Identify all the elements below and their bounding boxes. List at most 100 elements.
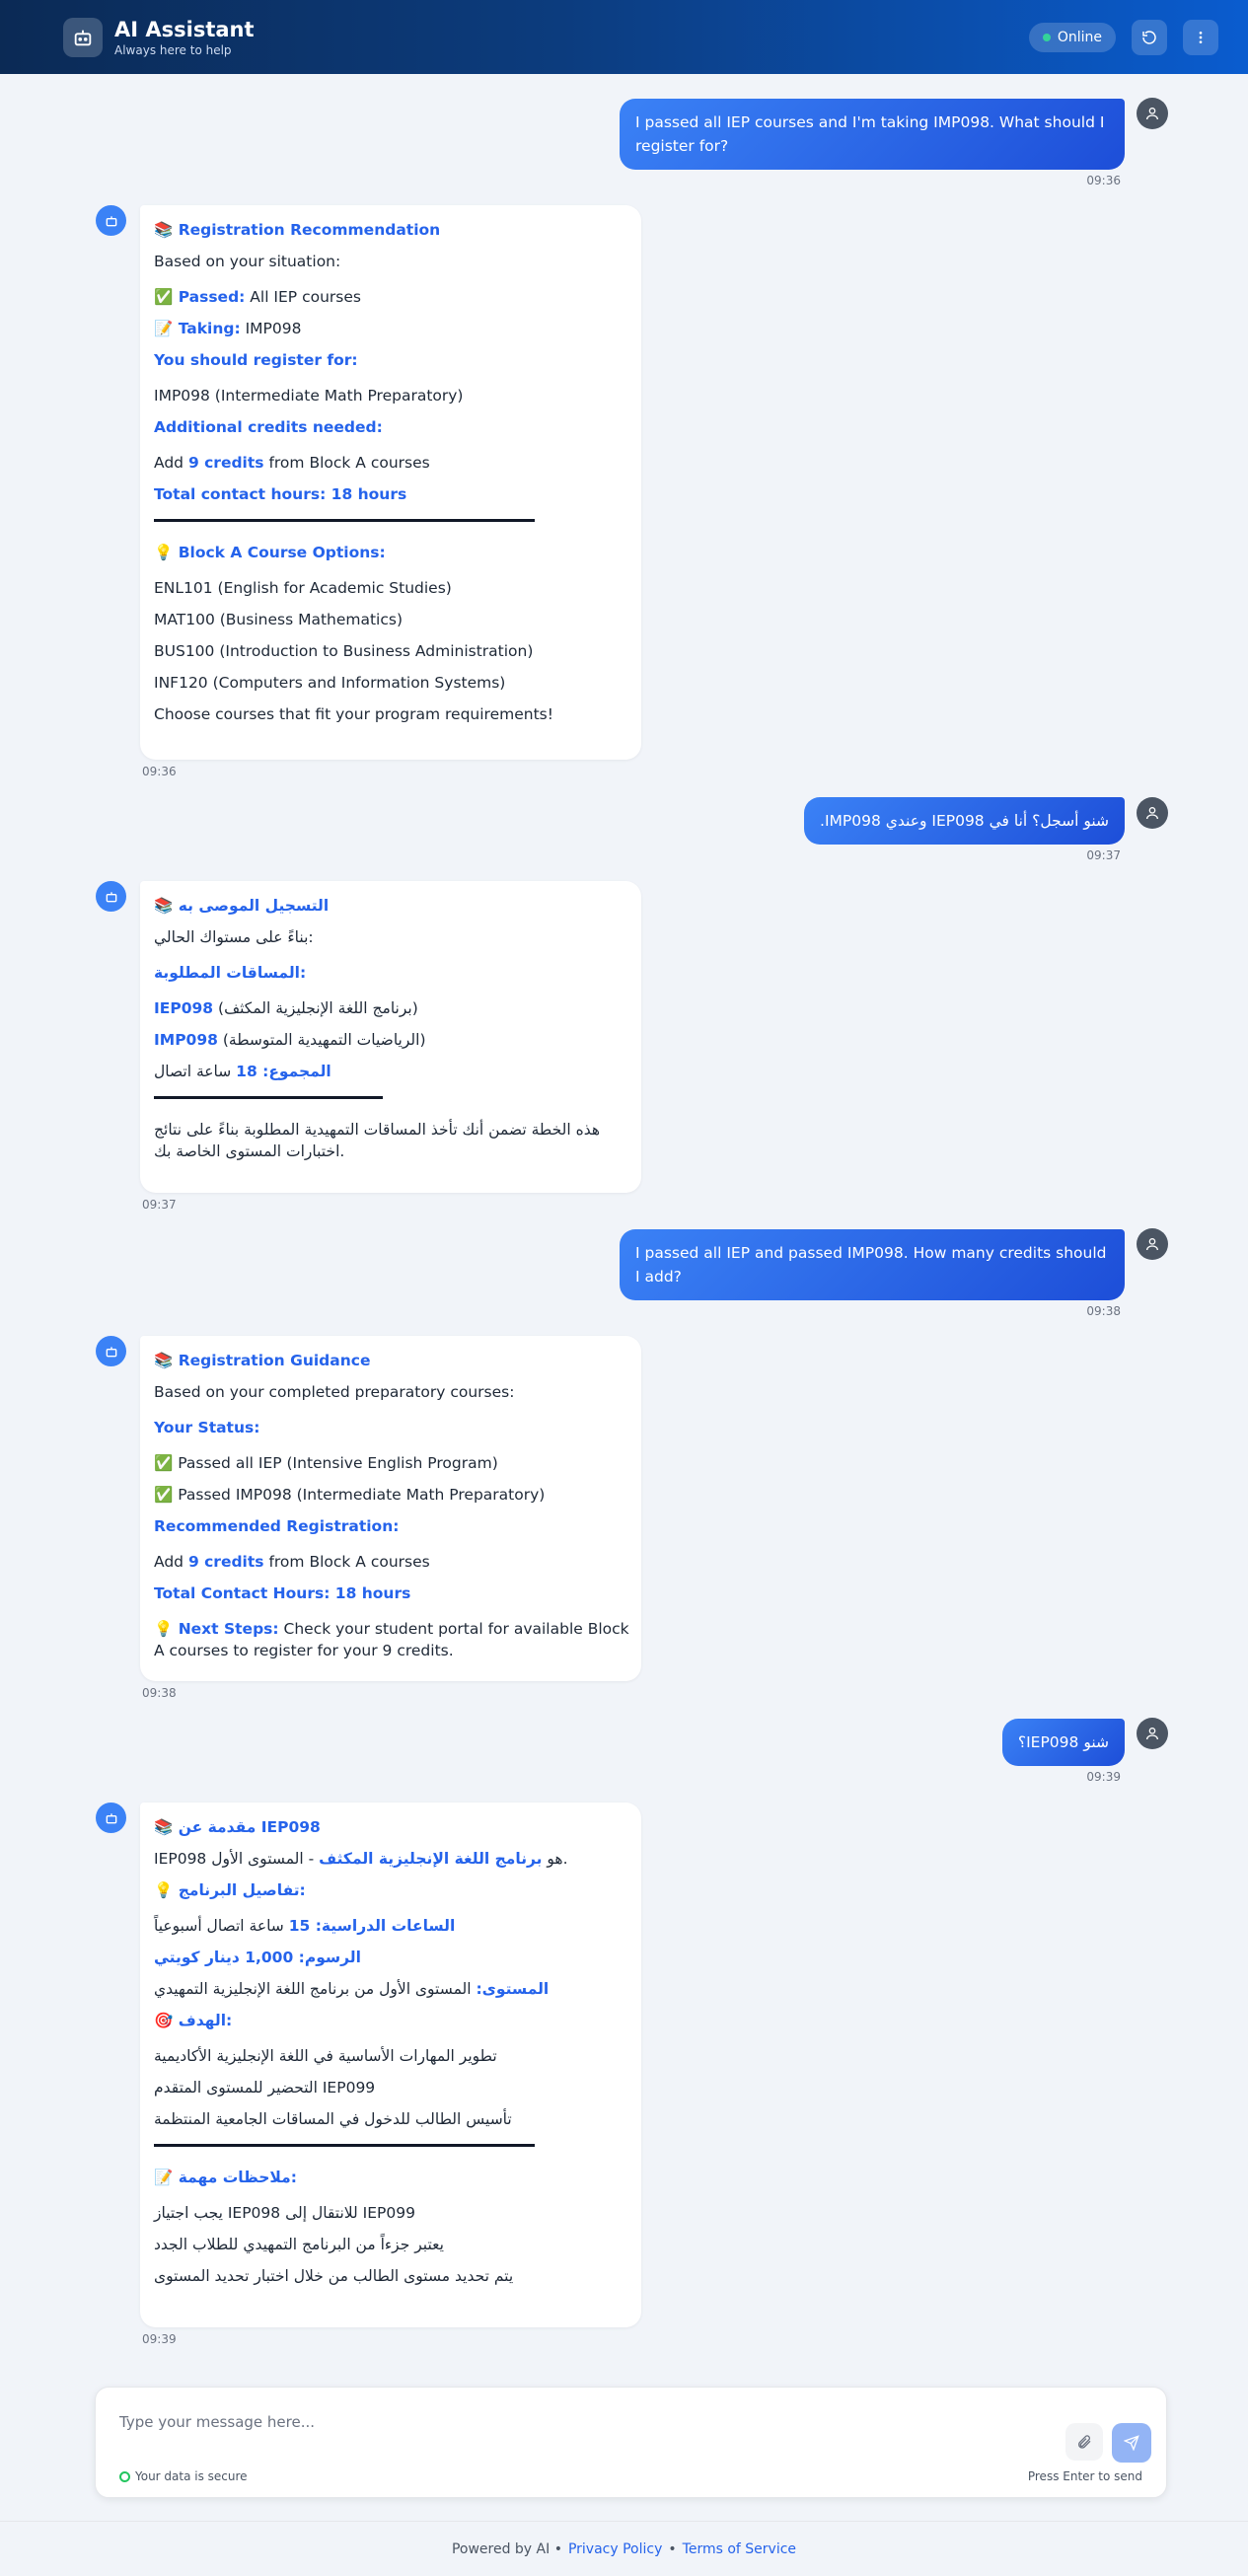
list-item: ENL101 (English for Academic Studies) (154, 579, 452, 597)
message-text: شنو أسجل؟ أنا في IEP098 وعندي IMP098. (820, 812, 1109, 830)
section-heading: You should register for: (154, 351, 358, 369)
more-options-button[interactable] (1183, 19, 1218, 55)
refresh-button[interactable] (1132, 19, 1167, 55)
program-name: برنامج اللغة الإنجليزية المكثف (319, 1850, 543, 1868)
message-input[interactable]: Type your message here... (119, 2413, 315, 2431)
divider (154, 519, 535, 522)
page-footer: Powered by AI • Privacy Policy • Terms o… (0, 2521, 1248, 2576)
message-timestamp: 09:37 (1086, 848, 1121, 862)
section-heading: 📝 ملاحظات مهمة: (154, 2169, 297, 2186)
section-heading: Your Status: (154, 1419, 260, 1436)
fees-label: الرسوم: 1,000 دينار كويتي (154, 1949, 361, 1966)
message-timestamp: 09:36 (1086, 174, 1121, 187)
message-text: from Block A courses (263, 1553, 430, 1571)
section-heading: Additional credits needed: (154, 418, 383, 436)
message-timestamp: 09:39 (142, 2332, 177, 2346)
user-message: I passed all IEP courses and I'm taking … (620, 99, 1125, 170)
list-item: يتم تحديد مستوى الطالب من خلال اختبار تح… (154, 2267, 514, 2285)
message-text: ساعة اتصال أسبوعياً (154, 1917, 289, 1935)
user-message: I passed all IEP and passed IMP098. How … (620, 1229, 1125, 1300)
list-item: MAT100 (Business Mathematics) (154, 611, 404, 628)
level-label: المستوى: (476, 1980, 550, 1998)
section-heading: 💡 تفاصيل البرنامج: (154, 1881, 306, 1899)
online-dot-icon (1042, 33, 1051, 41)
message-text: from Block A courses (263, 454, 430, 472)
passed-label: ✅ Passed: (154, 288, 246, 306)
message-title: 📚 Registration Recommendation (154, 221, 441, 239)
taking-label: 📝 Taking: (154, 320, 241, 337)
more-vertical-icon (1199, 31, 1203, 43)
robot-icon (106, 891, 116, 902)
message-timestamp: 09:39 (1086, 1770, 1121, 1784)
send-icon (1124, 2435, 1139, 2451)
list-item: ✅ Passed all IEP (Intensive English Prog… (154, 1454, 498, 1472)
passed-value: All IEP courses (245, 288, 361, 306)
list-item: يجب اجتياز IEP098 للانتقال إلى IEP099 (154, 2204, 415, 2222)
robot-icon (106, 1812, 116, 1823)
user-icon (1146, 1728, 1158, 1740)
next-steps-label: 💡 Next Steps: (154, 1620, 279, 1638)
user-icon (1146, 1238, 1158, 1251)
divider (154, 2144, 535, 2147)
message-text: Add (154, 454, 188, 472)
bot-avatar (96, 1336, 126, 1366)
message-composer: Type your message here... Your data is s… (95, 2387, 1167, 2498)
message-text: بناءً على مستواك الحالي: (154, 928, 314, 946)
attach-button[interactable] (1065, 2423, 1103, 2461)
footer-separator: • (668, 2540, 677, 2557)
robot-icon (106, 215, 116, 226)
user-avatar (1137, 1718, 1168, 1749)
bot-message: 📚 التسجيل الموصى به بناءً على مستواك الح… (140, 881, 641, 1193)
user-avatar (1137, 98, 1168, 129)
user-icon (1146, 108, 1158, 120)
app-title: AI Assistant (114, 17, 255, 41)
message-text: Based on your situation: (154, 253, 341, 270)
message-text: هذه الخطة تضمن أنك تأخذ المساقات التمهيد… (154, 1121, 601, 1160)
user-message: شنو IEP098؟ (1001, 1719, 1125, 1766)
taking-value: IMP098 (240, 320, 302, 337)
message-text: Choose courses that fit your program req… (154, 705, 553, 723)
message-timestamp: 09:38 (1086, 1304, 1121, 1318)
list-item: يعتبر جزءاً من البرنامج التمهيدي للطلاب … (154, 2236, 444, 2253)
list-item: تأسيس الطالب للدخول في المساقات الجامعية… (154, 2110, 512, 2128)
course-code: IMP098 (154, 1031, 218, 1049)
total-hours: Total Contact Hours: 18 hours (154, 1584, 411, 1602)
course-name: (برنامج اللغة الإنجليزية المكثف) (213, 999, 418, 1017)
paperclip-icon (1078, 2435, 1091, 2449)
list-item: IMP098 (Intermediate Math Preparatory) (154, 387, 464, 405)
robot-icon (63, 17, 103, 57)
bot-message: 📚 Registration Recommendation Based on y… (140, 205, 641, 760)
list-item: BUS100 (Introduction to Business Adminis… (154, 642, 534, 660)
bot-avatar (96, 205, 126, 236)
send-button[interactable] (1112, 2423, 1151, 2463)
list-item: التحضير للمستوى المتقدم IEP099 (154, 2079, 376, 2097)
course-name: (الرياضيات التمهيدية المتوسطة) (217, 1031, 426, 1049)
message-text: Add (154, 1553, 188, 1571)
list-item: تطوير المهارات الأساسية في اللغة الإنجلي… (154, 2047, 497, 2065)
message-text: Based on your completed preparatory cour… (154, 1383, 515, 1401)
list-item: ✅ Passed IMP098 (Intermediate Math Prepa… (154, 1486, 546, 1504)
privacy-policy-link[interactable]: Privacy Policy (568, 2541, 662, 2557)
credits-value: 9 credits (187, 454, 264, 472)
app-subtitle: Always here to help (114, 42, 232, 57)
message-title: 📚 Registration Guidance (154, 1352, 371, 1369)
user-avatar (1137, 797, 1168, 829)
security-text: Your data is secure (135, 2469, 248, 2483)
total-hours: المجموع: 18 (236, 1063, 331, 1080)
hours-label: الساعات الدراسية: 15 (288, 1917, 456, 1935)
section-heading: Recommended Registration: (154, 1517, 400, 1535)
bot-avatar (96, 881, 126, 912)
user-message: شنو أسجل؟ أنا في IEP098 وعندي IMP098. (804, 797, 1125, 845)
section-heading: 💡 Block A Course Options: (154, 544, 386, 561)
bot-message: 📚 Registration Guidance Based on your co… (140, 1336, 641, 1681)
total-hours: Total contact hours: 18 hours (154, 485, 407, 503)
message-timestamp: 09:38 (142, 1686, 177, 1700)
send-hint: Press Enter to send (1027, 2469, 1142, 2483)
robot-icon (106, 1346, 116, 1357)
terms-of-service-link[interactable]: Terms of Service (683, 2541, 796, 2557)
credits-value: 9 credits (187, 1553, 264, 1571)
bot-avatar (96, 1803, 126, 1833)
message-text: المستوى الأول من برنامج اللغة الإنجليزية… (154, 1980, 477, 1998)
divider (154, 1096, 383, 1099)
message-timestamp: 09:36 (142, 765, 177, 778)
